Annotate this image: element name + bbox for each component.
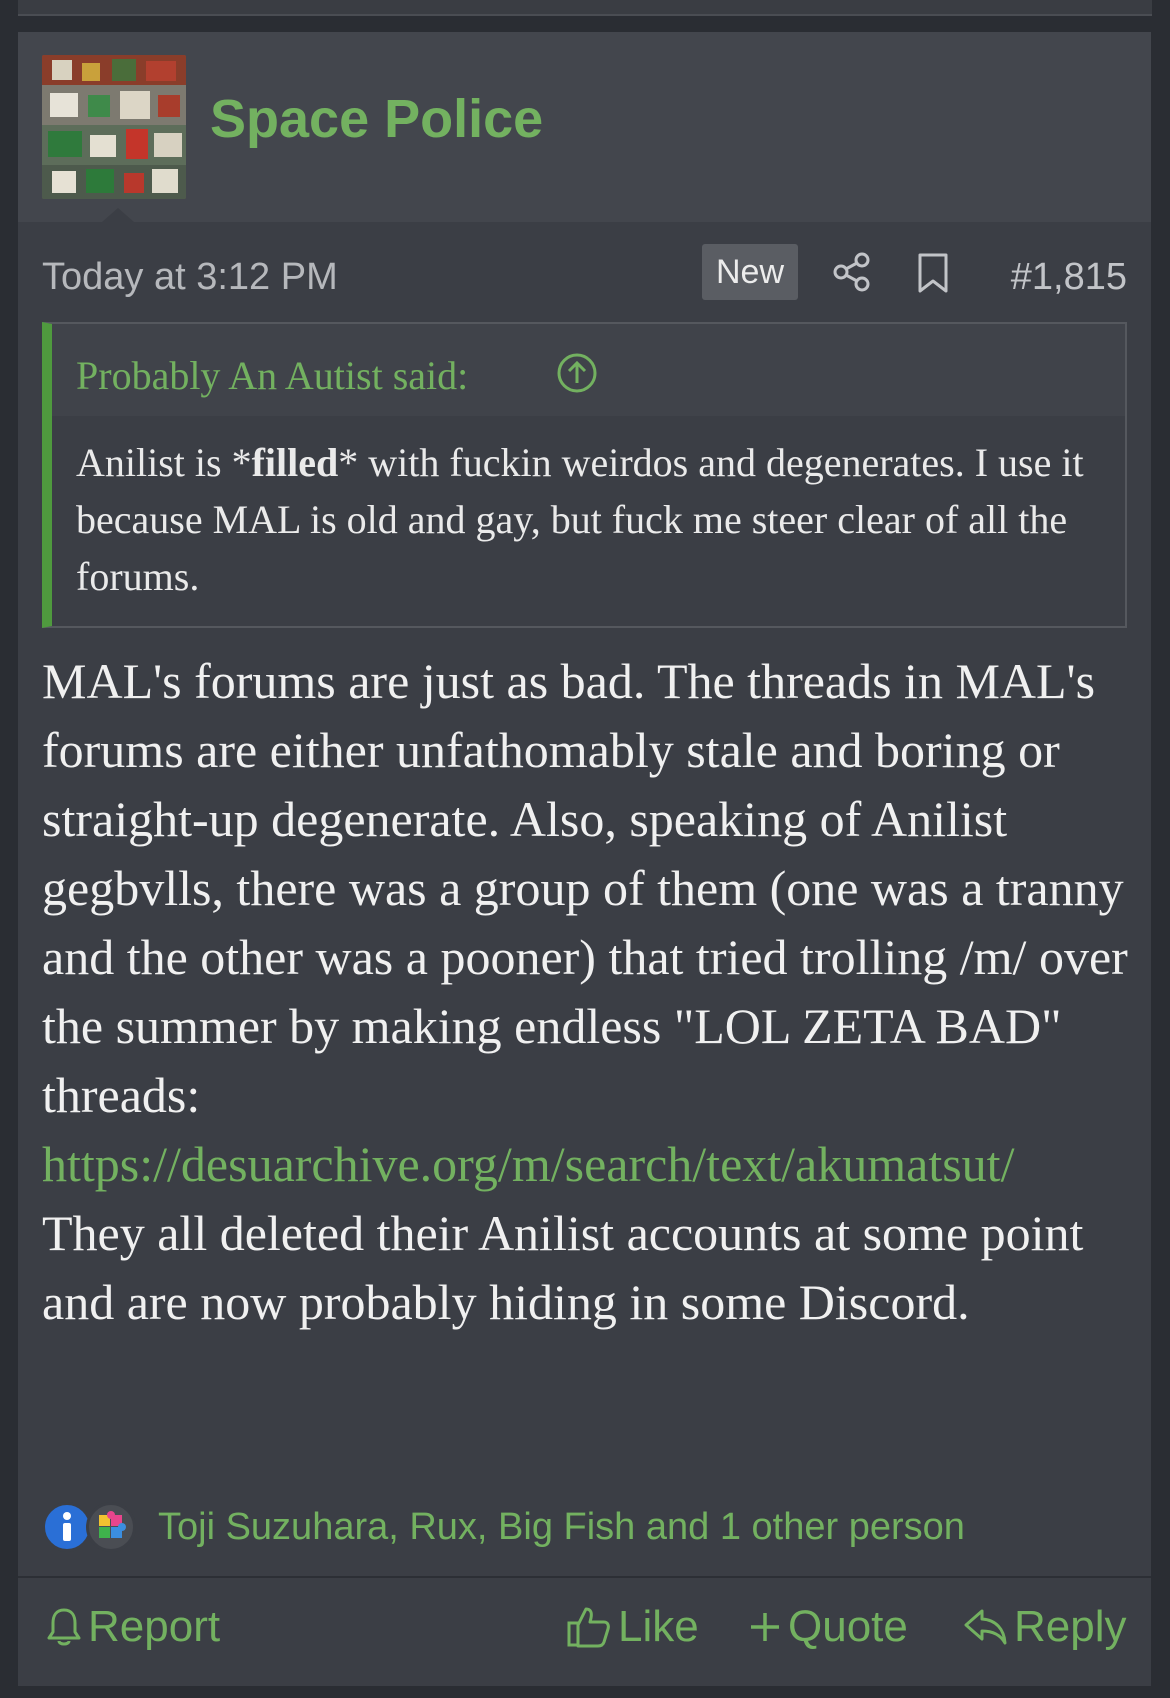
message-paragraph: MAL's forums are just as bad. The thread… [42, 653, 1128, 1123]
quote-block: Probably An Autist said: Anilist is *fil… [42, 322, 1127, 628]
desuarchive-link[interactable]: https://desuarchive.org/m/search/text/ak… [42, 1136, 1014, 1192]
quote-bold-text: filled [251, 440, 339, 485]
post-number-link[interactable]: #1,815 [1011, 256, 1127, 299]
actions-divider [18, 1576, 1151, 1578]
quote-header: Probably An Autist said: [52, 324, 1125, 416]
reply-button[interactable]: Reply [962, 1602, 1127, 1652]
quote-author[interactable]: Probably An Autist said: [76, 352, 468, 399]
reaction-users[interactable]: Toji Suzuhara, Rux, Big Fish and 1 other… [158, 1506, 965, 1549]
username[interactable]: Space Police [210, 88, 543, 150]
plus-icon [751, 1613, 779, 1641]
post-container: Space Police Today at 3:12 PM New #1,815… [18, 32, 1151, 1686]
thumbs-up-icon [567, 1607, 610, 1648]
share-icon[interactable] [832, 252, 872, 292]
reactions-bar[interactable]: Toji Suzuhara, Rux, Big Fish and 1 other… [42, 1496, 1132, 1556]
bell-icon [47, 1608, 81, 1646]
info-icon [42, 1502, 92, 1552]
reply-label: Reply [1014, 1602, 1127, 1651]
message-body: MAL's forums are just as bad. The thread… [42, 647, 1132, 1337]
quote-text: Anilist is *filled* with fuckin weirdos … [76, 434, 1096, 605]
like-label: Like [618, 1602, 699, 1651]
post-timestamp[interactable]: Today at 3:12 PM [42, 256, 338, 299]
quote-button[interactable]: Quote [748, 1602, 908, 1652]
report-button[interactable]: Report [46, 1602, 220, 1652]
avatar[interactable] [42, 55, 186, 199]
report-label: Report [88, 1602, 221, 1651]
header-caret [102, 208, 134, 222]
message-paragraph: They all deleted their Anilist accounts … [42, 1205, 1084, 1330]
user-header: Space Police [18, 32, 1151, 222]
action-bar: Report Like Quote Reply [18, 1588, 1151, 1668]
arrow-up-circle-icon[interactable] [556, 352, 598, 394]
post-meta: Today at 3:12 PM New #1,815 [42, 244, 1127, 302]
new-badge: New [702, 244, 798, 300]
reply-icon [964, 1609, 1007, 1645]
puzzle-icon [86, 1502, 136, 1552]
top-divider [18, 0, 1152, 16]
quote-label: Quote [788, 1602, 908, 1651]
quote-text-part: Anilist is * [76, 440, 252, 485]
like-button[interactable]: Like [566, 1602, 699, 1652]
bookmark-icon[interactable] [916, 252, 950, 294]
